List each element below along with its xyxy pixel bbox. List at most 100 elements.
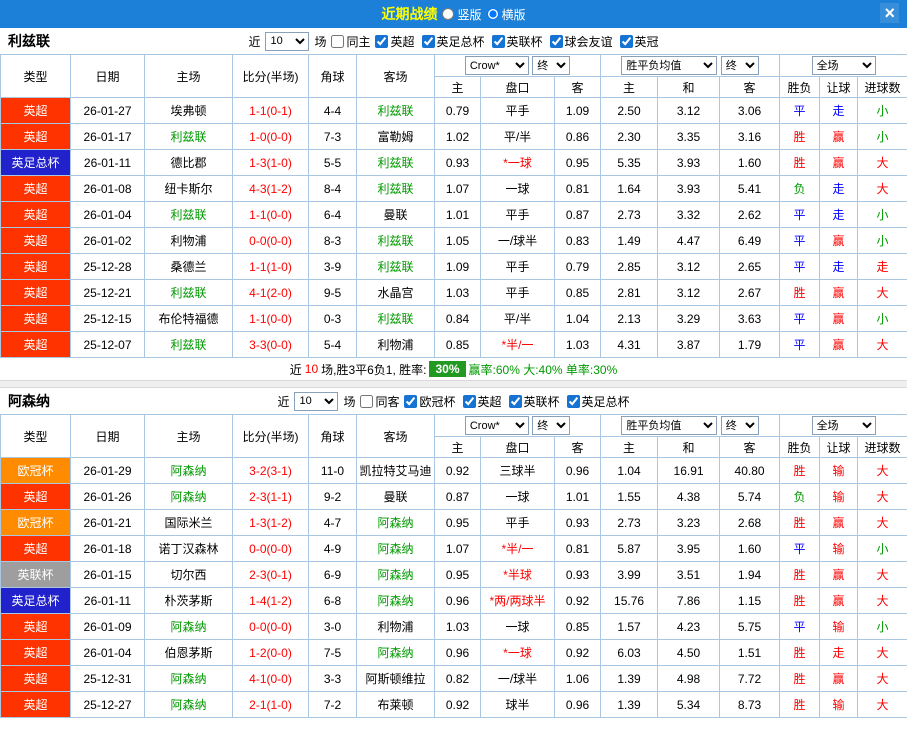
odds-home: 0.92 [435, 692, 481, 718]
corner-count: 5-4 [309, 332, 357, 358]
league-label: 英足总杯 [582, 393, 630, 410]
match-date: 26-01-11 [71, 588, 145, 614]
odds-away: 1.03 [555, 332, 601, 358]
bookmaker-select[interactable]: Crow* [465, 56, 529, 75]
result-handicap: 赢 [820, 124, 858, 150]
sub-header-goals: 进球数 [858, 437, 907, 458]
odds-home: 0.87 [435, 484, 481, 510]
league-checkbox[interactable] [567, 395, 580, 408]
section-divider [0, 380, 907, 388]
avg-stage-select[interactable]: 终 [721, 56, 759, 75]
league-checkbox[interactable] [509, 395, 522, 408]
match-date: 25-12-31 [71, 666, 145, 692]
league-checkbox[interactable] [422, 35, 435, 48]
match-score: 3-3(0-0) [233, 332, 309, 358]
result-handicap: 赢 [820, 588, 858, 614]
section-header: 阿森纳 近 10 场 同客 欧冠杯英超英联杯英足总杯 [0, 388, 907, 414]
result-outcome: 胜 [780, 150, 820, 176]
league-filter[interactable]: 英联杯 [509, 393, 560, 410]
avg-metric-select[interactable]: 胜平负均值 [621, 416, 717, 435]
match-count-select[interactable]: 10 [265, 32, 309, 51]
odds-home: 1.05 [435, 228, 481, 254]
same-venue-checkbox[interactable] [331, 35, 344, 48]
col-header-score: 比分(半场) [233, 55, 309, 98]
league-checkbox[interactable] [463, 395, 476, 408]
sub-header-avg-home: 主 [601, 437, 658, 458]
team-name: 利兹联 [8, 31, 50, 51]
result-goals: 小 [858, 306, 907, 332]
match-row: 欧冠杯26-01-29阿森纳3-2(3-1)11-0凯拉特艾马迪0.92三球半0… [1, 458, 907, 484]
sub-header-home-odds: 主 [435, 437, 481, 458]
avg-draw-odds: 3.51 [658, 562, 720, 588]
layout-option-vertical[interactable]: 竖版 [442, 6, 481, 23]
league-checkbox[interactable] [375, 35, 388, 48]
league-checkbox[interactable] [404, 395, 417, 408]
match-date: 26-01-08 [71, 176, 145, 202]
avg-metric-select[interactable]: 胜平负均值 [621, 56, 717, 75]
result-outcome: 胜 [780, 280, 820, 306]
home-team: 朴茨茅斯 [145, 588, 233, 614]
scope-select[interactable]: 全场 [812, 416, 876, 435]
league-type-badge: 英超 [1, 280, 71, 306]
match-date: 26-01-29 [71, 458, 145, 484]
scope-select[interactable]: 全场 [812, 56, 876, 75]
league-type-badge: 英超 [1, 614, 71, 640]
avg-home-odds: 2.73 [601, 510, 658, 536]
league-type-badge: 英足总杯 [1, 588, 71, 614]
avg-stage-select[interactable]: 终 [721, 416, 759, 435]
league-filter[interactable]: 球会友谊 [550, 33, 613, 50]
match-date: 26-01-04 [71, 640, 145, 666]
result-goals: 走 [858, 254, 907, 280]
section-header: 利兹联 近 10 场 同主 英超英足总杯英联杯球会友谊英冠 [0, 28, 907, 54]
same-venue-filter[interactable]: 同客 [360, 393, 399, 410]
match-count-select[interactable]: 10 [294, 392, 338, 411]
away-team: 阿森纳 [357, 562, 435, 588]
col-header-home: 主场 [145, 55, 233, 98]
result-goals: 大 [858, 176, 907, 202]
home-team: 切尔西 [145, 562, 233, 588]
avg-away-odds: 3.06 [720, 98, 780, 124]
handicap-line: *半/一 [481, 332, 555, 358]
league-filter[interactable]: 英联杯 [492, 33, 543, 50]
league-filter[interactable]: 英冠 [620, 33, 659, 50]
close-icon[interactable]: × [880, 3, 899, 23]
odds-home: 0.95 [435, 510, 481, 536]
corner-count: 7-3 [309, 124, 357, 150]
league-type-badge: 英超 [1, 666, 71, 692]
league-filter[interactable]: 欧冠杯 [404, 393, 455, 410]
same-venue-checkbox[interactable] [360, 395, 373, 408]
match-score: 1-4(1-2) [233, 588, 309, 614]
league-filter[interactable]: 英足总杯 [567, 393, 630, 410]
league-type-badge: 英超 [1, 332, 71, 358]
match-date: 26-01-09 [71, 614, 145, 640]
league-filter[interactable]: 英超 [463, 393, 502, 410]
away-team: 水晶宫 [357, 280, 435, 306]
match-row: 英超26-01-02利物浦0-0(0-0)8-3利兹联1.05一/球半0.831… [1, 228, 907, 254]
odds-stage-select[interactable]: 终 [532, 416, 570, 435]
avg-home-odds: 5.87 [601, 536, 658, 562]
odds-home: 0.95 [435, 562, 481, 588]
result-handicap: 走 [820, 98, 858, 124]
handicap-line: 平手 [481, 510, 555, 536]
avg-away-odds: 1.51 [720, 640, 780, 666]
corner-count: 3-9 [309, 254, 357, 280]
odds-stage-select[interactable]: 终 [532, 56, 570, 75]
horizontal-radio[interactable] [487, 8, 499, 20]
bookmaker-select[interactable]: Crow* [465, 416, 529, 435]
league-filter[interactable]: 英足总杯 [422, 33, 485, 50]
league-type-badge: 英足总杯 [1, 150, 71, 176]
odds-home: 1.03 [435, 280, 481, 306]
vertical-radio[interactable] [442, 8, 454, 20]
layout-option-horizontal[interactable]: 横版 [487, 6, 526, 23]
col-header-type: 类型 [1, 415, 71, 458]
league-checkbox[interactable] [620, 35, 633, 48]
league-filter[interactable]: 英超 [375, 33, 414, 50]
home-team: 纽卡斯尔 [145, 176, 233, 202]
layout-radio-group: 近期战绩 竖版 横版 [381, 4, 525, 24]
same-venue-filter[interactable]: 同主 [331, 33, 370, 50]
avg-home-odds: 2.30 [601, 124, 658, 150]
league-type-badge: 英超 [1, 124, 71, 150]
league-checkbox[interactable] [492, 35, 505, 48]
league-checkbox[interactable] [550, 35, 563, 48]
away-team: 阿斯顿维拉 [357, 666, 435, 692]
